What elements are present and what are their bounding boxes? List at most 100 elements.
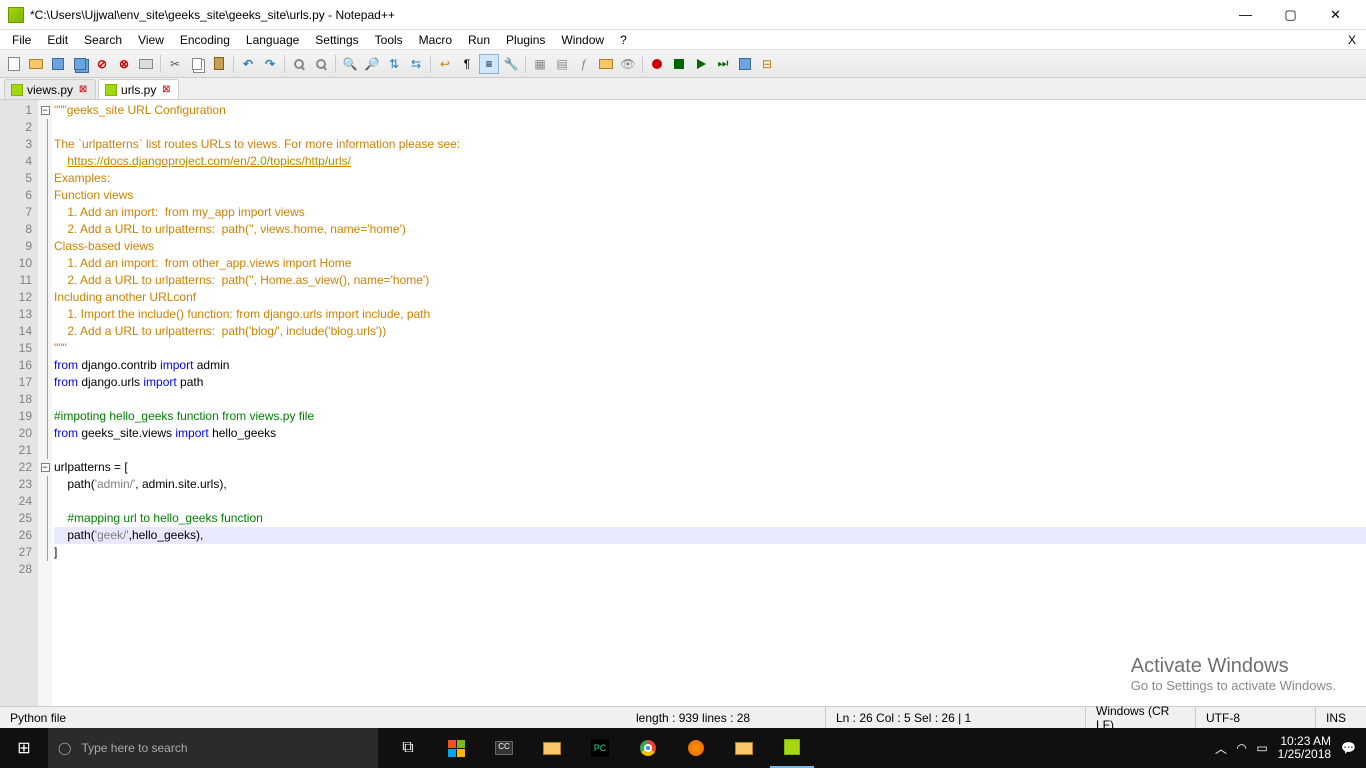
- open-file-button[interactable]: [26, 54, 46, 74]
- tab-close-icon[interactable]: ⊠: [77, 84, 89, 96]
- line-number-gutter: 1234567891011121314151617181920212223242…: [0, 100, 38, 710]
- close-button[interactable]: ✕: [1313, 1, 1358, 29]
- taskbar-apps: ⧉ CC PC: [386, 728, 814, 768]
- status-eol: Windows (CR LF): [1086, 707, 1196, 728]
- menu-window[interactable]: Window: [553, 31, 612, 49]
- play-multiple-button[interactable]: ⏭: [713, 54, 733, 74]
- copy-button[interactable]: [187, 54, 207, 74]
- code-area[interactable]: """geeks_site URL ConfigurationThe `urlp…: [52, 100, 1366, 710]
- paste-button[interactable]: [209, 54, 229, 74]
- zoom-out-button[interactable]: 🔎: [362, 54, 382, 74]
- menu-run[interactable]: Run: [460, 31, 498, 49]
- tray-clock[interactable]: 10:23 AM 1/25/2018: [1278, 735, 1331, 761]
- tray-chevron-icon[interactable]: ︿: [1215, 740, 1227, 757]
- word-wrap-button[interactable]: ↩: [435, 54, 455, 74]
- tab-label: urls.py: [121, 83, 156, 97]
- menu-edit[interactable]: Edit: [39, 31, 76, 49]
- indent-guide-button[interactable]: ≡: [479, 54, 499, 74]
- replace-button[interactable]: [311, 54, 331, 74]
- tabbar: views.py ⊠ urls.py ⊠: [0, 78, 1366, 100]
- doc-map-button[interactable]: ▦: [530, 54, 550, 74]
- save-button[interactable]: [48, 54, 68, 74]
- sync-h-button[interactable]: ⇆: [406, 54, 426, 74]
- firefox-icon[interactable]: [674, 728, 718, 768]
- menu-encoding[interactable]: Encoding: [172, 31, 238, 49]
- new-file-button[interactable]: [4, 54, 24, 74]
- status-position: Ln : 26 Col : 5 Sel : 26 | 1: [826, 707, 1086, 728]
- menu-file[interactable]: File: [4, 31, 39, 49]
- start-button[interactable]: ⊞: [0, 728, 48, 768]
- doc-list-button[interactable]: ▤: [552, 54, 572, 74]
- wifi-icon[interactable]: ◜◝: [1237, 741, 1246, 755]
- menu-settings[interactable]: Settings: [307, 31, 366, 49]
- close-file-button[interactable]: ⊘: [92, 54, 112, 74]
- cut-button[interactable]: ✂: [165, 54, 185, 74]
- menubar: FileEditSearchViewEncodingLanguageSettin…: [0, 30, 1366, 50]
- close-all-button[interactable]: ⊗: [114, 54, 134, 74]
- file-icon: [11, 84, 23, 96]
- window-controls: — ▢ ✕: [1223, 1, 1358, 29]
- record-macro-button[interactable]: [647, 54, 667, 74]
- tab-urls-py[interactable]: urls.py ⊠: [98, 79, 179, 99]
- toolbar: ⊘ ⊗ ✂ ↶ ↷ 🔍 🔎 ⇅ ⇆ ↩ ¶ ≡ 🔧 ▦ ▤ ƒ 👁 ⏭ ⊟: [0, 50, 1366, 78]
- menu-language[interactable]: Language: [238, 31, 307, 49]
- minimize-button[interactable]: —: [1223, 1, 1268, 29]
- fold-column: −−: [38, 100, 52, 710]
- search-placeholder: Type here to search: [81, 741, 187, 755]
- print-button[interactable]: [136, 54, 156, 74]
- sync-v-button[interactable]: ⇅: [384, 54, 404, 74]
- menu-?[interactable]: ?: [612, 31, 635, 49]
- menu-plugins[interactable]: Plugins: [498, 31, 553, 49]
- compare-icon[interactable]: ⊟: [757, 54, 777, 74]
- menu-view[interactable]: View: [130, 31, 172, 49]
- show-all-chars-button[interactable]: ¶: [457, 54, 477, 74]
- status-encoding: UTF-8: [1196, 707, 1316, 728]
- window-title: *C:\Users\Ujjwal\env_site\geeks_site\gee…: [30, 8, 1223, 22]
- app-icon: [8, 7, 24, 23]
- notifications-icon[interactable]: 💬: [1341, 741, 1356, 755]
- redo-button[interactable]: ↷: [260, 54, 280, 74]
- pycharm-icon[interactable]: PC: [578, 728, 622, 768]
- cortana-icon: ◯: [58, 741, 71, 755]
- watermark-title: Activate Windows: [1131, 655, 1336, 678]
- status-filetype: Python file: [0, 711, 626, 725]
- task-view-icon[interactable]: ⧉: [386, 728, 430, 768]
- notepadpp-icon[interactable]: [770, 728, 814, 768]
- battery-icon[interactable]: ▭: [1256, 741, 1267, 755]
- taskbar-search[interactable]: ◯ Type here to search: [48, 728, 378, 768]
- system-tray: ︿ ◜◝ ▭ 10:23 AM 1/25/2018 💬: [1205, 728, 1366, 768]
- status-insert-mode: INS: [1316, 707, 1366, 728]
- save-macro-button[interactable]: [735, 54, 755, 74]
- tab-close-icon[interactable]: ⊠: [160, 84, 172, 96]
- menu-search[interactable]: Search: [76, 31, 130, 49]
- task-app-2[interactable]: CC: [482, 728, 526, 768]
- undo-button[interactable]: ↶: [238, 54, 258, 74]
- editor[interactable]: 1234567891011121314151617181920212223242…: [0, 100, 1366, 710]
- file-explorer-icon[interactable]: [530, 728, 574, 768]
- menubar-close-icon[interactable]: X: [1348, 33, 1356, 47]
- tray-date: 1/25/2018: [1278, 748, 1331, 761]
- folder-button[interactable]: [596, 54, 616, 74]
- user-lang-button[interactable]: 🔧: [501, 54, 521, 74]
- taskbar: ⊞ ◯ Type here to search ⧉ CC PC ︿ ◜◝ ▭ 1…: [0, 728, 1366, 768]
- task-app-1[interactable]: [434, 728, 478, 768]
- activate-windows-watermark: Activate Windows Go to Settings to activ…: [1131, 655, 1336, 693]
- menu-macro[interactable]: Macro: [411, 31, 460, 49]
- menu-tools[interactable]: Tools: [367, 31, 411, 49]
- zoom-in-button[interactable]: 🔍: [340, 54, 360, 74]
- tab-label: views.py: [27, 83, 73, 97]
- statusbar: Python file length : 939 lines : 28 Ln :…: [0, 706, 1366, 728]
- save-all-button[interactable]: [70, 54, 90, 74]
- play-macro-button[interactable]: [691, 54, 711, 74]
- find-button[interactable]: [289, 54, 309, 74]
- folder-icon[interactable]: [722, 728, 766, 768]
- monitor-button[interactable]: 👁: [618, 54, 638, 74]
- maximize-button[interactable]: ▢: [1268, 1, 1313, 29]
- status-length: length : 939 lines : 28: [626, 707, 826, 728]
- titlebar: *C:\Users\Ujjwal\env_site\geeks_site\gee…: [0, 0, 1366, 30]
- func-list-button[interactable]: ƒ: [574, 54, 594, 74]
- file-icon: [105, 84, 117, 96]
- chrome-icon[interactable]: [626, 728, 670, 768]
- stop-macro-button[interactable]: [669, 54, 689, 74]
- tab-views-py[interactable]: views.py ⊠: [4, 79, 96, 99]
